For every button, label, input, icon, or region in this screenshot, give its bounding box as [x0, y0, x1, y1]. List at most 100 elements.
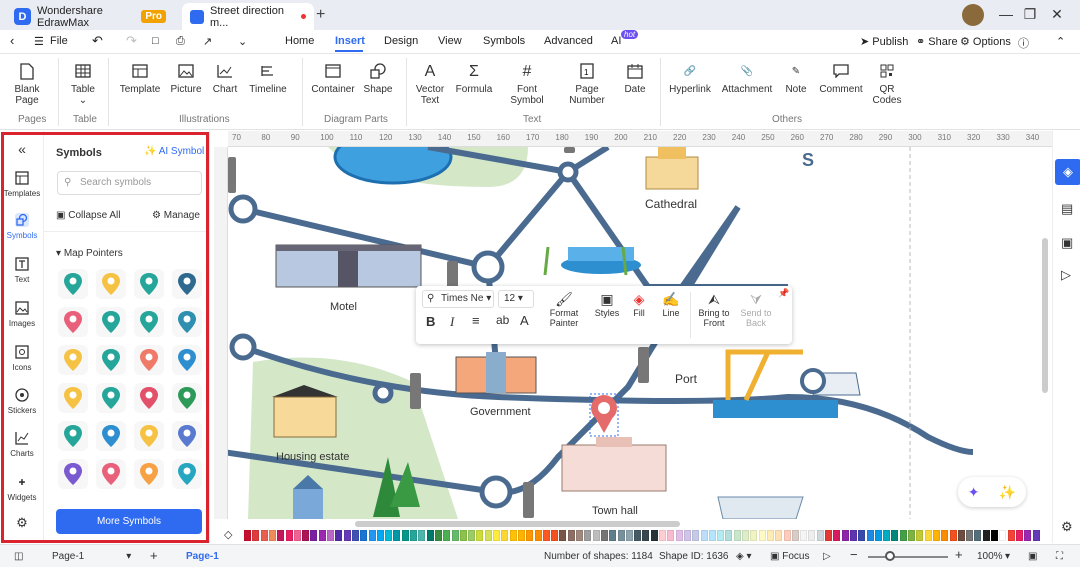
- map-pointer-symbol[interactable]: [58, 307, 88, 337]
- sidebar-item-images[interactable]: Images: [0, 299, 44, 328]
- new-tab-plus-icon[interactable]: +: [316, 6, 325, 24]
- chart-button[interactable]: Chart: [210, 62, 240, 95]
- color-swatch[interactable]: [534, 530, 542, 541]
- color-swatch[interactable]: [717, 530, 725, 541]
- undo-icon[interactable]: ↶: [92, 33, 103, 49]
- avatar[interactable]: [962, 4, 984, 26]
- align-icon[interactable]: ≡: [472, 313, 480, 328]
- color-swatch[interactable]: [268, 530, 276, 541]
- manage-button[interactable]: ⚙ Manage: [152, 210, 200, 221]
- color-swatch[interactable]: [957, 530, 965, 541]
- color-swatch[interactable]: [501, 530, 509, 541]
- color-swatch[interactable]: [908, 530, 915, 541]
- map-pointer-symbol[interactable]: [58, 345, 88, 375]
- color-swatch[interactable]: [609, 530, 617, 541]
- italic-button[interactable]: I: [450, 314, 454, 330]
- color-swatch[interactable]: [567, 530, 575, 541]
- map-pointer-symbol[interactable]: [172, 307, 202, 337]
- color-swatch[interactable]: [285, 530, 293, 541]
- sidebar-item-charts[interactable]: Charts: [0, 429, 44, 458]
- font-color-button[interactable]: A: [520, 313, 529, 328]
- color-swatch[interactable]: [351, 530, 359, 541]
- color-swatch[interactable]: [808, 530, 816, 541]
- color-swatch[interactable]: [277, 530, 285, 541]
- map-pointer-symbol[interactable]: [134, 383, 164, 413]
- color-swatch[interactable]: [600, 530, 608, 541]
- color-swatch[interactable]: [791, 530, 799, 541]
- color-swatch[interactable]: [700, 530, 708, 541]
- formula-button[interactable]: Σ Formula: [454, 62, 494, 95]
- color-swatch[interactable]: [659, 530, 666, 541]
- hyperlink-button[interactable]: 🔗 Hyperlink: [668, 62, 712, 96]
- map-pointer-symbol[interactable]: [58, 383, 88, 413]
- sidebar-item-icons[interactable]: Icons: [0, 343, 44, 372]
- export-icon[interactable]: ↗: [203, 35, 212, 48]
- styles-button[interactable]: ▣ Styles: [590, 292, 624, 318]
- color-swatch[interactable]: [1032, 530, 1040, 541]
- document-tab[interactable]: Street direction m...: [182, 3, 314, 30]
- color-swatch[interactable]: [434, 530, 442, 541]
- publish-button[interactable]: ➤ Publish: [860, 35, 908, 48]
- shape-button[interactable]: Shape: [362, 62, 394, 95]
- color-swatch[interactable]: [393, 530, 401, 541]
- tab-design[interactable]: Design: [384, 35, 418, 47]
- send-to-back-button[interactable]: ⮛ Send to Back: [736, 292, 776, 328]
- color-swatch[interactable]: [310, 530, 318, 541]
- more-chevron-icon[interactable]: ⌄: [238, 35, 247, 48]
- color-swatch[interactable]: [991, 530, 998, 541]
- ai-assist-widget[interactable]: ✦ ✨: [958, 477, 1026, 507]
- qr-codes-button[interactable]: QR Codes: [872, 62, 902, 106]
- file-menu[interactable]: File: [50, 35, 68, 47]
- font-size-select[interactable]: 12 ▾: [498, 290, 534, 308]
- fill-button[interactable]: ◈ Fill: [626, 292, 652, 318]
- label-town-hall[interactable]: Town hall: [592, 505, 638, 517]
- map-pointer-symbol[interactable]: [58, 459, 88, 489]
- attachment-button[interactable]: 📎 Attachment: [720, 62, 774, 96]
- color-swatch[interactable]: [1007, 530, 1015, 541]
- color-swatch[interactable]: [766, 530, 774, 541]
- color-swatch[interactable]: [385, 530, 393, 541]
- table-button[interactable]: Table ⌄: [66, 62, 100, 106]
- color-swatch[interactable]: [683, 530, 691, 541]
- picture-button[interactable]: Picture: [168, 62, 204, 95]
- sidebar-item-stickers[interactable]: Stickers: [0, 386, 44, 415]
- color-swatch[interactable]: [742, 530, 749, 541]
- color-swatch[interactable]: [617, 530, 625, 541]
- color-swatch[interactable]: [800, 530, 808, 541]
- color-swatch[interactable]: [1015, 530, 1023, 541]
- font-family-select[interactable]: ⚲ Times Ne ▾: [422, 290, 494, 308]
- color-swatch[interactable]: [916, 530, 924, 541]
- section-header-map-pointers[interactable]: ▾ Map Pointers: [56, 248, 123, 259]
- color-swatch[interactable]: [559, 530, 567, 541]
- color-swatch[interactable]: [966, 530, 974, 541]
- color-swatch[interactable]: [932, 530, 940, 541]
- color-swatch[interactable]: [451, 530, 459, 541]
- color-swatch[interactable]: [849, 530, 857, 541]
- collapse-all-button[interactable]: ▣ Collapse All: [56, 210, 121, 221]
- date-button[interactable]: Date: [620, 62, 650, 95]
- color-swatch[interactable]: [318, 530, 326, 541]
- pin-toolbar-icon[interactable]: 📌: [778, 288, 789, 299]
- minimize-icon[interactable]: —: [995, 6, 1017, 22]
- sidebar-item-text[interactable]: Text: [0, 255, 44, 284]
- fill-picker-icon[interactable]: ◇: [224, 528, 232, 541]
- focus-button[interactable]: ▣ Focus: [770, 551, 809, 562]
- page-number-button[interactable]: 1 Page Number: [566, 62, 608, 106]
- color-swatch[interactable]: [426, 530, 434, 541]
- collapse-ribbon-icon[interactable]: ⌃: [1056, 35, 1065, 48]
- map-pointer-symbol[interactable]: [172, 345, 202, 375]
- template-button[interactable]: Template: [118, 62, 162, 95]
- color-swatch[interactable]: [526, 530, 534, 541]
- color-swatch[interactable]: [509, 530, 517, 541]
- color-swatch[interactable]: [260, 530, 268, 541]
- tab-symbols[interactable]: Symbols: [483, 35, 525, 47]
- color-swatch[interactable]: [667, 530, 675, 541]
- more-symbols-button[interactable]: More Symbols: [56, 509, 202, 534]
- color-swatch[interactable]: [551, 530, 559, 541]
- color-swatch[interactable]: [517, 530, 525, 541]
- save-icon[interactable]: □: [152, 35, 159, 47]
- color-swatch[interactable]: [418, 530, 426, 541]
- zoom-level[interactable]: 100%: [977, 551, 1003, 562]
- tab-insert[interactable]: Insert: [335, 35, 365, 47]
- color-swatch[interactable]: [459, 530, 467, 541]
